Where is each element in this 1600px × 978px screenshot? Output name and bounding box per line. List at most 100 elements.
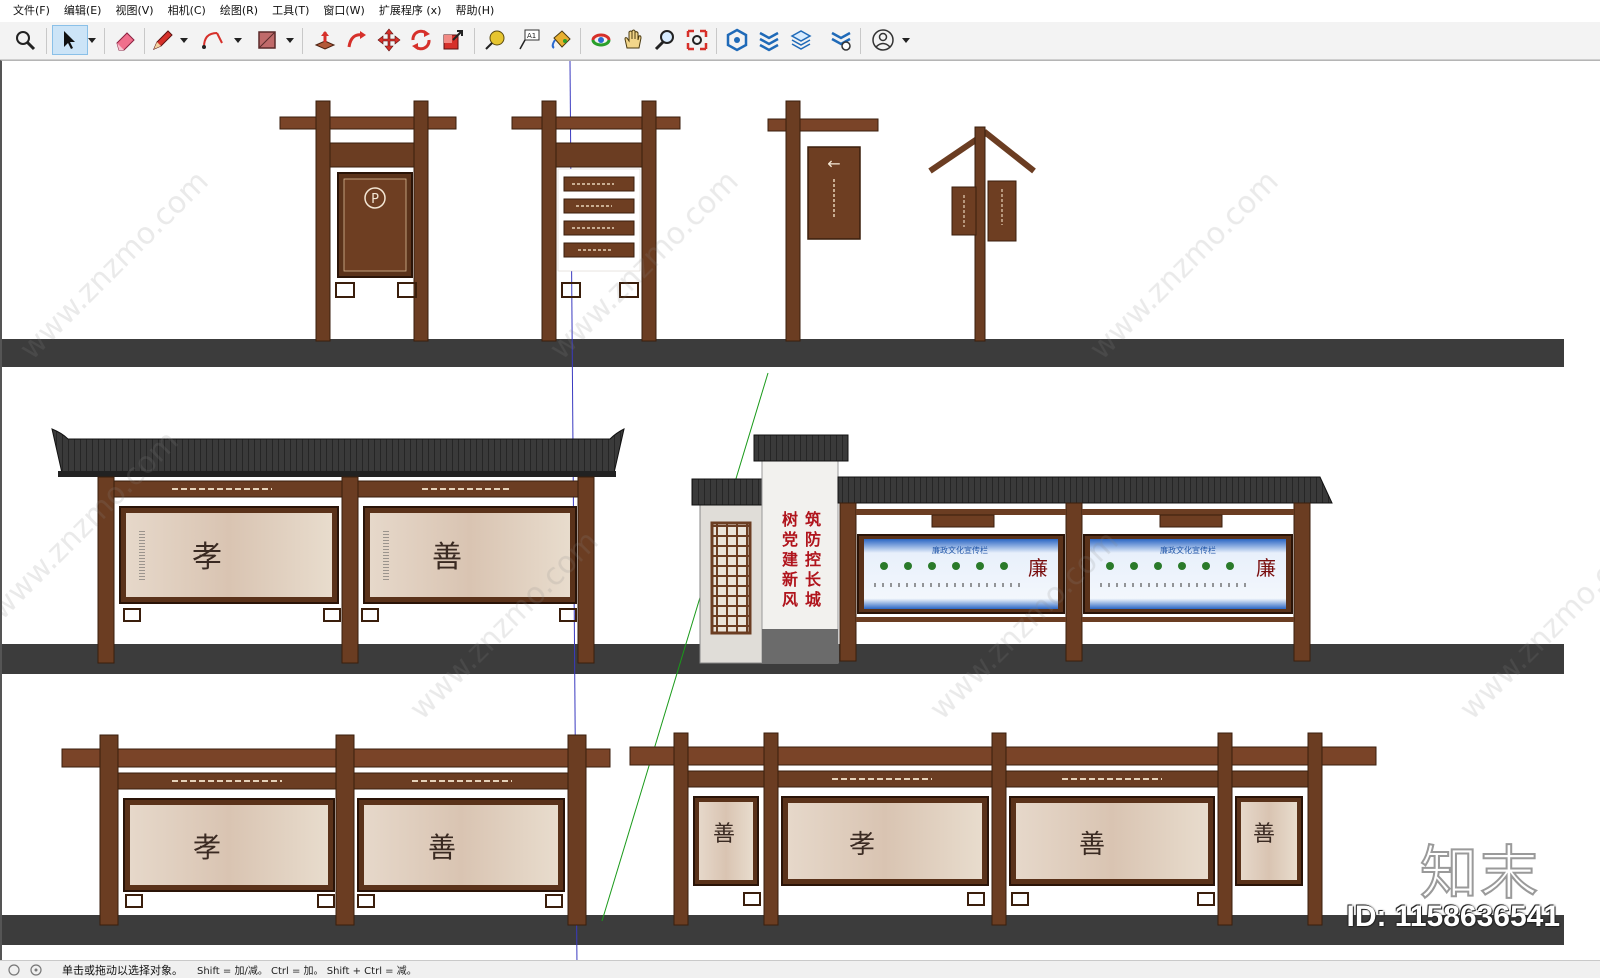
site-watermark: www.znzmo.com — [1453, 524, 1600, 727]
rectangle-dropdown[interactable] — [284, 25, 296, 55]
menu-file[interactable]: 文件(F) — [6, 0, 57, 22]
pencil-icon — [153, 30, 173, 50]
pan-icon — [624, 29, 642, 49]
account-dropdown[interactable] — [900, 25, 912, 55]
warehouse-icon — [726, 28, 748, 52]
parking-signpost[interactable]: P — [279, 100, 457, 342]
outliner-icon — [831, 31, 851, 51]
account-icon — [872, 29, 894, 51]
layers-icon — [790, 30, 812, 50]
poster-character: 善 — [428, 831, 456, 864]
open-culture-board-long[interactable]: 善 孝 善 善 — [629, 732, 1377, 926]
chevron-down-icon — [88, 38, 96, 43]
status-message: 单击或拖动以选择对象。 — [62, 963, 183, 977]
rotate-tool-button[interactable] — [406, 25, 436, 55]
outliner-button[interactable] — [826, 25, 856, 55]
site-watermark: www.znzmo.com — [13, 164, 216, 367]
poster-character: 孝 — [192, 540, 222, 575]
menu-edit[interactable]: 编辑(E) — [57, 0, 109, 22]
toolbar-separator — [580, 28, 581, 54]
arrow-signpost[interactable]: ← — [767, 100, 879, 342]
parking-sign-letter: P — [371, 192, 379, 207]
zoom-extents-icon — [686, 29, 708, 51]
push-pull-tool-button[interactable] — [310, 25, 340, 55]
menu-bar: 文件(F) 编辑(E) 视图(V) 相机(C) 绘图(R) 工具(T) 窗口(W… — [0, 0, 1600, 22]
eraser-tool-button[interactable] — [110, 25, 140, 55]
scale-tool-button[interactable] — [438, 25, 468, 55]
select-dropdown[interactable] — [86, 25, 98, 55]
arc-tool-button[interactable] — [198, 25, 228, 55]
toolbar: A1 — [0, 22, 1600, 60]
ground-strip — [2, 915, 1564, 945]
pencil-tool-button[interactable] — [148, 25, 178, 55]
poster-character: 孝 — [849, 830, 875, 860]
status-hint: Shift = 加/减。 Ctrl = 加。 Shift + Ctrl = 减。 — [197, 966, 417, 977]
menu-camera[interactable]: 相机(C) — [161, 0, 213, 22]
chevron-down-icon — [234, 38, 242, 43]
text-icon: A1 — [519, 29, 540, 50]
tape-measure-icon — [485, 30, 505, 50]
zoom-window-icon — [654, 30, 674, 51]
extension-button[interactable] — [754, 25, 784, 55]
arc-dropdown[interactable] — [232, 25, 244, 55]
zoom-icon — [16, 31, 36, 51]
board-character: 廉 — [1256, 556, 1276, 580]
svg-text:A1: A1 — [527, 32, 536, 40]
poster-character: 善 — [713, 822, 735, 847]
paint-bucket-tool-button[interactable] — [546, 25, 576, 55]
menu-help[interactable]: 帮助(H) — [448, 0, 501, 22]
credits-icon[interactable] — [28, 962, 44, 978]
rotate-icon — [411, 29, 431, 51]
menu-view[interactable]: 视图(V) — [108, 0, 160, 22]
scene-canvas: P ← 孝 善 树 党 建 新 风 筑 防 控 长 城 廉政文化宣传栏 廉政文化… — [2, 61, 1600, 968]
asset-id-watermark: ID: 1158636541 — [1346, 900, 1560, 933]
eraser-icon — [116, 32, 135, 51]
tape-measure-tool-button[interactable] — [480, 25, 510, 55]
text-tool-button[interactable]: A1 — [514, 25, 544, 55]
geo-location-icon[interactable] — [6, 962, 22, 978]
pan-tool-button[interactable] — [618, 25, 648, 55]
poster-character: 孝 — [193, 831, 221, 864]
slogan-wall[interactable]: 树 党 建 新 风 筑 防 控 长 城 — [691, 434, 849, 664]
orbit-icon — [591, 33, 611, 47]
toolbar-separator — [104, 28, 105, 54]
menu-extensions[interactable]: 扩展程序 (x) — [372, 0, 449, 22]
chevron-down-icon — [902, 38, 910, 43]
svg-text:防: 防 — [805, 530, 821, 549]
orbit-tool-button[interactable] — [586, 25, 616, 55]
pencil-dropdown[interactable] — [178, 25, 190, 55]
toolbar-separator — [860, 28, 861, 54]
svg-text:长: 长 — [805, 570, 822, 589]
board-title: 廉政文化宣传栏 — [932, 545, 988, 555]
select-tool-button[interactable] — [52, 25, 88, 55]
zoom-window-tool-button[interactable] — [650, 25, 680, 55]
zoom-tool-button[interactable] — [10, 25, 40, 55]
menu-window[interactable]: 窗口(W) — [316, 0, 371, 22]
zoom-extents-tool-button[interactable] — [682, 25, 712, 55]
brand-watermark: 知末 — [1419, 838, 1540, 908]
poster-character: 善 — [1079, 830, 1105, 860]
layers-button[interactable] — [786, 25, 816, 55]
warehouse-button[interactable] — [722, 25, 752, 55]
board-character: 廉 — [1028, 556, 1048, 580]
rectangle-icon — [258, 31, 276, 49]
move-tool-button[interactable] — [374, 25, 404, 55]
poster-character: 善 — [432, 540, 462, 575]
menu-tools[interactable]: 工具(T) — [265, 0, 316, 22]
scale-icon — [443, 30, 463, 50]
small-hanging-signpost[interactable] — [928, 126, 1036, 342]
menu-draw[interactable]: 绘图(R) — [213, 0, 265, 22]
rectangle-tool-button[interactable] — [252, 25, 282, 55]
svg-text:城: 城 — [805, 590, 821, 609]
toolbar-separator — [474, 28, 475, 54]
slogan-right-column: 筑 防 控 长 城 — [805, 510, 822, 609]
chevron-down-icon — [286, 38, 294, 43]
account-button[interactable] — [868, 25, 898, 55]
toolbar-separator — [716, 28, 717, 54]
open-culture-board-double[interactable]: 孝 善 — [61, 734, 611, 926]
poster-character: 善 — [1253, 822, 1275, 847]
paint-bucket-icon — [551, 30, 571, 49]
follow-me-tool-button[interactable] — [342, 25, 372, 55]
model-viewport[interactable]: P ← 孝 善 树 党 建 新 风 筑 防 控 长 城 廉政文化宣传栏 廉政文化… — [0, 60, 1600, 968]
slogan-left-column: 树 党 建 新 风 — [782, 510, 798, 609]
